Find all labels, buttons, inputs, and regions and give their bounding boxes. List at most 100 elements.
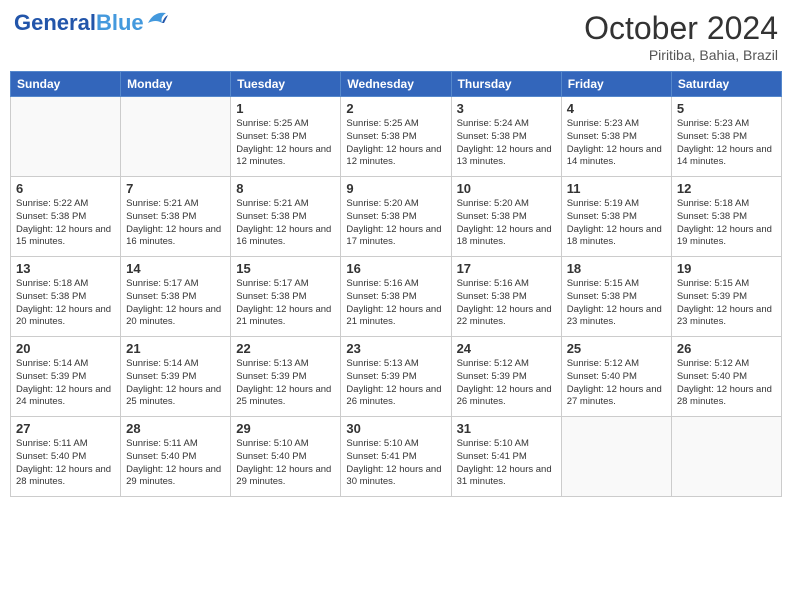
calendar-cell: 31 Sunrise: 5:10 AM Sunset: 5:41 PM Dayli… xyxy=(451,417,561,497)
day-number: 29 xyxy=(236,421,335,436)
day-number: 30 xyxy=(346,421,445,436)
calendar-cell: 22 Sunrise: 5:13 AM Sunset: 5:39 PM Dayli… xyxy=(231,337,341,417)
day-info: Sunrise: 5:25 AM Sunset: 5:38 PM Dayligh… xyxy=(236,118,335,169)
day-info: Sunrise: 5:11 AM Sunset: 5:40 PM Dayligh… xyxy=(126,438,225,489)
day-info: Sunrise: 5:13 AM Sunset: 5:39 PM Dayligh… xyxy=(346,358,445,409)
day-number: 31 xyxy=(457,421,556,436)
day-info: Sunrise: 5:12 AM Sunset: 5:40 PM Dayligh… xyxy=(567,358,666,409)
calendar-cell: 26 Sunrise: 5:12 AM Sunset: 5:40 PM Dayli… xyxy=(671,337,781,417)
calendar-cell: 11 Sunrise: 5:19 AM Sunset: 5:38 PM Dayli… xyxy=(561,177,671,257)
day-info: Sunrise: 5:16 AM Sunset: 5:38 PM Dayligh… xyxy=(457,278,556,329)
calendar-cell: 28Sunrise: 5:11 AM Sunset: 5:40 PM Dayli… xyxy=(121,417,231,497)
day-info: Sunrise: 5:18 AM Sunset: 5:38 PM Dayligh… xyxy=(677,198,776,249)
calendar-week-1: 1Sunrise: 5:25 AM Sunset: 5:38 PM Daylig… xyxy=(11,97,782,177)
logo: GeneralBlue xyxy=(14,10,168,36)
calendar-cell: 12 Sunrise: 5:18 AM Sunset: 5:38 PM Dayli… xyxy=(671,177,781,257)
calendar-cell: 14Sunrise: 5:17 AM Sunset: 5:38 PM Dayli… xyxy=(121,257,231,337)
day-info: Sunrise: 5:22 AM Sunset: 5:38 PM Dayligh… xyxy=(16,198,115,249)
calendar-table: SundayMondayTuesdayWednesdayThursdayFrid… xyxy=(10,71,782,497)
calendar-cell xyxy=(561,417,671,497)
calendar-cell: 13 Sunrise: 5:18 AM Sunset: 5:38 PM Dayli… xyxy=(11,257,121,337)
day-info: Sunrise: 5:21 AM Sunset: 5:38 PM Dayligh… xyxy=(126,198,225,249)
calendar-cell xyxy=(11,97,121,177)
day-info: Sunrise: 5:15 AM Sunset: 5:39 PM Dayligh… xyxy=(677,278,776,329)
day-info: Sunrise: 5:23 AM Sunset: 5:38 PM Dayligh… xyxy=(677,118,776,169)
calendar-cell: 17Sunrise: 5:16 AM Sunset: 5:38 PM Dayli… xyxy=(451,257,561,337)
weekday-header-row: SundayMondayTuesdayWednesdayThursdayFrid… xyxy=(11,72,782,97)
day-number: 18 xyxy=(567,261,666,276)
calendar-cell: 7Sunrise: 5:21 AM Sunset: 5:38 PM Daylig… xyxy=(121,177,231,257)
calendar-cell: 30 Sunrise: 5:10 AM Sunset: 5:41 PM Dayli… xyxy=(341,417,451,497)
calendar-week-3: 13 Sunrise: 5:18 AM Sunset: 5:38 PM Dayli… xyxy=(11,257,782,337)
day-number: 4 xyxy=(567,101,666,116)
calendar-cell: 5 Sunrise: 5:23 AM Sunset: 5:38 PM Daylig… xyxy=(671,97,781,177)
day-number: 20 xyxy=(16,341,115,356)
day-number: 11 xyxy=(567,181,666,196)
weekday-header-thursday: Thursday xyxy=(451,72,561,97)
day-info: Sunrise: 5:19 AM Sunset: 5:38 PM Dayligh… xyxy=(567,198,666,249)
logo-text: GeneralBlue xyxy=(14,10,144,36)
weekday-header-wednesday: Wednesday xyxy=(341,72,451,97)
day-number: 19 xyxy=(677,261,776,276)
day-info: Sunrise: 5:13 AM Sunset: 5:39 PM Dayligh… xyxy=(236,358,335,409)
calendar-cell: 8 Sunrise: 5:21 AM Sunset: 5:38 PM Daylig… xyxy=(231,177,341,257)
calendar-cell xyxy=(671,417,781,497)
page-header: GeneralBlue October 2024 Piritiba, Bahia… xyxy=(10,10,782,63)
calendar-cell: 19 Sunrise: 5:15 AM Sunset: 5:39 PM Dayli… xyxy=(671,257,781,337)
day-number: 15 xyxy=(236,261,335,276)
day-info: Sunrise: 5:10 AM Sunset: 5:41 PM Dayligh… xyxy=(457,438,556,489)
title-block: October 2024 Piritiba, Bahia, Brazil xyxy=(584,10,778,63)
calendar-cell: 1Sunrise: 5:25 AM Sunset: 5:38 PM Daylig… xyxy=(231,97,341,177)
day-number: 6 xyxy=(16,181,115,196)
day-info: Sunrise: 5:17 AM Sunset: 5:38 PM Dayligh… xyxy=(236,278,335,329)
day-number: 21 xyxy=(126,341,225,356)
day-info: Sunrise: 5:16 AM Sunset: 5:38 PM Dayligh… xyxy=(346,278,445,329)
day-info: Sunrise: 5:17 AM Sunset: 5:38 PM Dayligh… xyxy=(126,278,225,329)
day-number: 22 xyxy=(236,341,335,356)
calendar-week-2: 6 Sunrise: 5:22 AM Sunset: 5:38 PM Daylig… xyxy=(11,177,782,257)
day-number: 9 xyxy=(346,181,445,196)
day-number: 2 xyxy=(346,101,445,116)
day-info: Sunrise: 5:12 AM Sunset: 5:40 PM Dayligh… xyxy=(677,358,776,409)
calendar-cell: 15 Sunrise: 5:17 AM Sunset: 5:38 PM Dayli… xyxy=(231,257,341,337)
day-number: 16 xyxy=(346,261,445,276)
calendar-cell: 2Sunrise: 5:25 AM Sunset: 5:38 PM Daylig… xyxy=(341,97,451,177)
calendar-cell: 25Sunrise: 5:12 AM Sunset: 5:40 PM Dayli… xyxy=(561,337,671,417)
day-info: Sunrise: 5:18 AM Sunset: 5:38 PM Dayligh… xyxy=(16,278,115,329)
calendar-cell: 4Sunrise: 5:23 AM Sunset: 5:38 PM Daylig… xyxy=(561,97,671,177)
day-number: 10 xyxy=(457,181,556,196)
location-subtitle: Piritiba, Bahia, Brazil xyxy=(584,47,778,63)
day-number: 24 xyxy=(457,341,556,356)
calendar-cell: 3Sunrise: 5:24 AM Sunset: 5:38 PM Daylig… xyxy=(451,97,561,177)
calendar-cell: 16 Sunrise: 5:16 AM Sunset: 5:38 PM Dayli… xyxy=(341,257,451,337)
day-info: Sunrise: 5:21 AM Sunset: 5:38 PM Dayligh… xyxy=(236,198,335,249)
day-info: Sunrise: 5:15 AM Sunset: 5:38 PM Dayligh… xyxy=(567,278,666,329)
day-number: 12 xyxy=(677,181,776,196)
month-year-title: October 2024 xyxy=(584,10,778,47)
calendar-cell: 10 Sunrise: 5:20 AM Sunset: 5:38 PM Dayli… xyxy=(451,177,561,257)
day-info: Sunrise: 5:10 AM Sunset: 5:40 PM Dayligh… xyxy=(236,438,335,489)
calendar-cell: 21 Sunrise: 5:14 AM Sunset: 5:39 PM Dayli… xyxy=(121,337,231,417)
weekday-header-monday: Monday xyxy=(121,72,231,97)
weekday-header-saturday: Saturday xyxy=(671,72,781,97)
weekday-header-friday: Friday xyxy=(561,72,671,97)
day-info: Sunrise: 5:11 AM Sunset: 5:40 PM Dayligh… xyxy=(16,438,115,489)
calendar-header: SundayMondayTuesdayWednesdayThursdayFrid… xyxy=(11,72,782,97)
calendar-cell: 23 Sunrise: 5:13 AM Sunset: 5:39 PM Dayli… xyxy=(341,337,451,417)
day-number: 23 xyxy=(346,341,445,356)
day-number: 5 xyxy=(677,101,776,116)
weekday-header-tuesday: Tuesday xyxy=(231,72,341,97)
calendar-cell: 9 Sunrise: 5:20 AM Sunset: 5:38 PM Daylig… xyxy=(341,177,451,257)
weekday-header-sunday: Sunday xyxy=(11,72,121,97)
day-info: Sunrise: 5:20 AM Sunset: 5:38 PM Dayligh… xyxy=(457,198,556,249)
day-info: Sunrise: 5:10 AM Sunset: 5:41 PM Dayligh… xyxy=(346,438,445,489)
day-info: Sunrise: 5:14 AM Sunset: 5:39 PM Dayligh… xyxy=(126,358,225,409)
calendar-cell xyxy=(121,97,231,177)
day-number: 8 xyxy=(236,181,335,196)
day-number: 26 xyxy=(677,341,776,356)
calendar-week-4: 20 Sunrise: 5:14 AM Sunset: 5:39 PM Dayli… xyxy=(11,337,782,417)
day-number: 13 xyxy=(16,261,115,276)
day-info: Sunrise: 5:20 AM Sunset: 5:38 PM Dayligh… xyxy=(346,198,445,249)
day-info: Sunrise: 5:14 AM Sunset: 5:39 PM Dayligh… xyxy=(16,358,115,409)
day-number: 27 xyxy=(16,421,115,436)
